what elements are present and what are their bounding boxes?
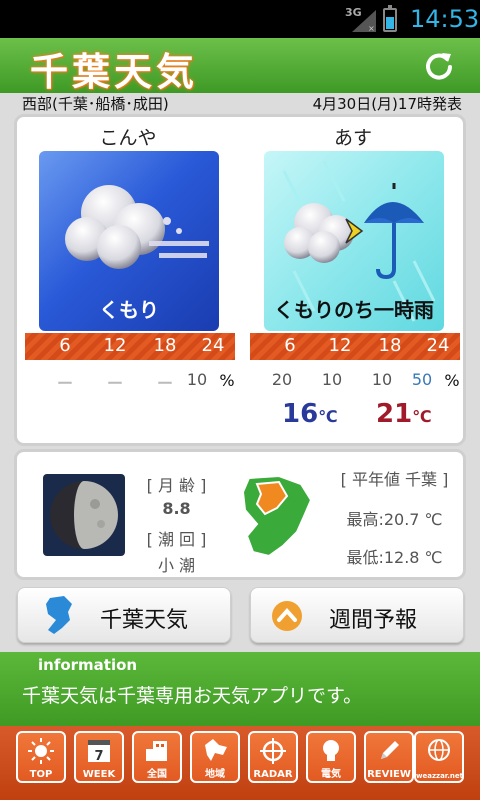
today-time-bar: 6 12 18 24 — [25, 333, 235, 360]
cloudy-weather-icon: くもり — [39, 151, 219, 331]
precip-value: 10 — [371, 370, 393, 389]
tab-region[interactable]: 地域 — [190, 731, 240, 783]
signal-icon: × — [352, 10, 376, 32]
svg-text:×: × — [368, 24, 375, 32]
tab-label: RADAR — [253, 769, 293, 780]
clock: 14:53 — [410, 5, 480, 33]
moon-age-value: 8.8 — [162, 499, 191, 518]
tab-top[interactable]: TOP — [16, 731, 66, 783]
sun-icon — [28, 738, 54, 764]
info-line: 西部(千葉･船橋･成田) 4月30日(月)17時発表 — [0, 93, 480, 113]
today-label: こんや — [99, 127, 157, 149]
chevron-up-icon — [272, 601, 302, 631]
tab-label: REVIEW — [367, 769, 411, 780]
tab-review[interactable]: REVIEW — [364, 731, 414, 783]
time-label: 6 — [59, 335, 71, 356]
battery-icon — [383, 5, 397, 32]
app-title: 千葉天気 — [30, 50, 199, 94]
building-icon — [146, 741, 167, 761]
forecast-card: こんや くもり 6 12 18 24 ー ー ー 10 % あす くもりのち一時… — [14, 114, 466, 446]
refresh-icon[interactable] — [423, 50, 455, 82]
tab-electricity[interactable]: 電気 — [306, 731, 356, 783]
tab-national[interactable]: 全国 — [132, 731, 182, 783]
temp-unit: ℃ — [412, 407, 432, 426]
precip-value: ー — [106, 374, 123, 393]
percent-unit: % — [444, 371, 460, 390]
tab-label: 電気 — [321, 769, 341, 780]
tomorrow-time-bar: 6 12 18 24 — [250, 333, 460, 360]
time-label: 24 — [426, 335, 450, 356]
time-label: 18 — [153, 335, 177, 356]
tide-value: 小 潮 — [157, 556, 196, 575]
lightbulb-icon — [323, 740, 339, 761]
precip-value: ー — [156, 374, 173, 393]
precip-value: 10 — [321, 370, 343, 389]
chiba-weather-label: 千葉天気 — [100, 608, 189, 633]
normal-low: 最低:12.8 ℃ — [346, 548, 443, 567]
time-label: 12 — [328, 335, 352, 356]
tab-label: weazzar.net — [416, 772, 464, 780]
max-temp: 21℃ — [376, 399, 432, 429]
information-title: information — [38, 656, 138, 674]
globe-icon — [428, 739, 450, 761]
percent-unit: % — [219, 371, 235, 390]
precip-value: ー — [56, 374, 73, 393]
weekly-forecast-label: 週間予報 — [329, 608, 418, 633]
tomorrow-weather: くもりのち一時雨 — [274, 298, 434, 322]
min-temp: 16℃ — [282, 399, 338, 429]
today-column: こんや くもり 6 12 18 24 ー ー ー 10 % — [21, 117, 235, 447]
tab-label: 地域 — [205, 769, 225, 780]
time-label: 24 — [201, 335, 225, 356]
information-bar: information 千葉天気は千葉専用お天気アプリです。 — [0, 652, 480, 726]
today-weather: くもり — [99, 298, 159, 322]
hokkaido-icon — [205, 739, 227, 761]
bottom-tab-bar: TOP 7 WEEK 全国 地域 RADAR 電気 REVIEW weazzar… — [0, 726, 480, 800]
normal-label: [ 平年値 千葉 ] — [340, 470, 449, 489]
weekly-forecast-button[interactable]: 週間予報 — [250, 587, 464, 643]
moon-phase-icon — [43, 474, 125, 556]
tomorrow-column: あす くもりのち一時雨 6 12 18 24 20 10 10 50 % 16℃… — [246, 117, 460, 447]
temp-unit: ℃ — [318, 407, 338, 426]
calendar-icon: 7 — [88, 740, 110, 764]
issued-time: 4月30日(月)17時発表 — [312, 95, 462, 113]
time-label: 12 — [103, 335, 127, 356]
moon-climate-card: [ 月 齢 ] 8.8 [ 潮 回 ] 小 潮 [ 平年値 千葉 ] 最高:20… — [14, 449, 466, 580]
status-bar: 3G × 14:53 — [0, 0, 480, 38]
tab-label: WEEK — [82, 769, 116, 780]
tab-weazzar[interactable]: weazzar.net — [414, 731, 464, 783]
precip-value: 20 — [271, 370, 293, 389]
normal-high: 最高:20.7 ℃ — [346, 510, 443, 529]
tab-label: TOP — [29, 769, 53, 780]
moon-age-label: [ 月 齢 ] — [146, 476, 207, 495]
cloudy-then-rain-icon: くもりのち一時雨 — [264, 151, 444, 331]
min-temp-value: 16 — [282, 399, 319, 429]
max-temp-value: 21 — [376, 399, 413, 429]
crosshair-icon — [260, 738, 286, 764]
tomorrow-label: あす — [333, 127, 372, 149]
tide-label: [ 潮 回 ] — [146, 530, 207, 549]
region-label[interactable]: 西部(千葉･船橋･成田) — [22, 93, 169, 114]
tab-week[interactable]: 7 WEEK — [74, 731, 124, 783]
tab-label: 全国 — [147, 769, 167, 780]
time-label: 6 — [284, 335, 296, 356]
information-message: 千葉天気は千葉専用お天気アプリです。 — [22, 685, 363, 707]
chiba-map-icon — [241, 474, 313, 558]
time-label: 18 — [378, 335, 402, 356]
tab-radar[interactable]: RADAR — [248, 731, 298, 783]
chiba-weather-button[interactable]: 千葉天気 — [17, 587, 231, 643]
pencil-icon — [381, 741, 399, 759]
chiba-map-icon — [46, 596, 72, 634]
app-header: 千葉天気 — [0, 38, 480, 94]
calendar-badge: 7 — [94, 749, 103, 764]
